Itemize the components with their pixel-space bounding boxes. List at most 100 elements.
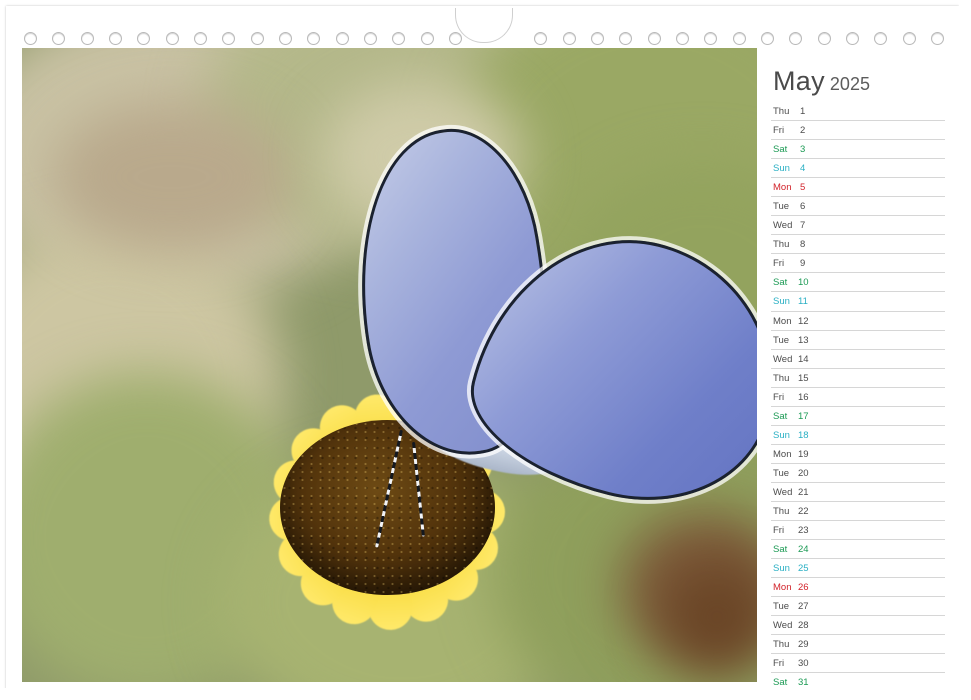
month-name: May xyxy=(773,66,825,96)
binding-hole-icon xyxy=(789,32,803,45)
day-row: Fri 9 xyxy=(771,254,945,274)
day-number: 31 xyxy=(798,677,809,689)
year-label: 2025 xyxy=(829,74,870,94)
day-number: 18 xyxy=(798,429,809,441)
day-name: Thu xyxy=(773,106,790,117)
day-number: 7 xyxy=(800,220,806,232)
day-name: Fri xyxy=(773,525,785,537)
day-number: 4 xyxy=(800,163,806,175)
day-row: Mon 26 xyxy=(771,578,945,598)
day-row: Thu 15 xyxy=(771,369,945,388)
day-name: Sat xyxy=(773,677,788,689)
day-row: Sun 25 xyxy=(771,559,945,579)
butterfly-antenna xyxy=(375,429,403,548)
day-row: Mon 5 xyxy=(771,178,945,198)
day-row: Thu 8 xyxy=(771,235,945,255)
day-name: Wed xyxy=(773,353,793,365)
day-row: Fri 23 xyxy=(771,521,945,541)
day-row: Thu 1 xyxy=(771,102,945,122)
calendar-page: May 2025 Thu 1 Fri 2 Sat 3 Sun 4 Mon 5 Tue 6 Wed 7 Thu 8… xyxy=(0,0,971,700)
binding-hole-icon xyxy=(335,32,349,45)
day-row: Wed 14 xyxy=(771,350,945,369)
day-number: 28 xyxy=(798,620,809,632)
day-row: Sun 11 xyxy=(771,292,945,312)
photo-canvas xyxy=(22,42,757,682)
calendar-column: May 2025 Thu 1 Fri 2 Sat 3 Sun 4 Mon 5 Tue 6 Wed 7 Thu 8… xyxy=(757,42,959,693)
background-blob xyxy=(52,102,292,252)
day-row: Thu 29 xyxy=(771,635,945,655)
day-row: Sat 10 xyxy=(771,273,945,293)
day-row: Sat 3 xyxy=(771,140,945,160)
day-number: 29 xyxy=(798,639,809,651)
binding-hole-icon xyxy=(52,32,66,45)
page-right-margin xyxy=(959,0,971,700)
binding-hole-icon xyxy=(449,32,463,45)
binding-hole-icon xyxy=(704,32,718,45)
binding-hole-icon xyxy=(222,32,236,45)
day-name: Sun xyxy=(773,296,790,308)
binding-hole-icon xyxy=(279,32,293,45)
month-header: May 2025 xyxy=(773,66,870,97)
day-row: Wed 28 xyxy=(771,616,945,636)
day-name: Wed xyxy=(773,486,793,498)
day-number: 25 xyxy=(798,563,809,575)
day-number: 22 xyxy=(798,505,809,517)
day-name: Sat xyxy=(773,144,788,156)
binding-hole-icon xyxy=(590,32,604,45)
day-row: Tue 27 xyxy=(771,597,945,617)
days-list: Thu 1 Fri 2 Sat 3 Sun 4 Mon 5 Tue 6 Wed 7 Thu 8 Fri 9 Sat 1… xyxy=(771,102,945,693)
day-number: 8 xyxy=(800,239,806,251)
calendar-photo xyxy=(22,42,757,682)
day-number: 14 xyxy=(798,353,809,365)
binding-hole-icon xyxy=(845,32,859,45)
day-name: Mon xyxy=(773,182,792,194)
binding-hole-icon xyxy=(250,32,264,45)
day-name: Sat xyxy=(773,277,788,289)
binding-hole-icon xyxy=(732,32,746,45)
binding-hole-icon xyxy=(534,32,548,45)
day-row: Mon 19 xyxy=(771,445,945,464)
day-name: Tue xyxy=(773,467,790,479)
day-row: Tue 20 xyxy=(771,464,945,483)
binding-hole-icon xyxy=(165,32,179,45)
day-number: 19 xyxy=(798,448,809,460)
day-name: Wed xyxy=(773,220,793,232)
day-number: 12 xyxy=(798,315,809,327)
day-name: Fri xyxy=(773,125,785,137)
binding-hole-icon xyxy=(364,32,378,45)
day-name: Mon xyxy=(773,315,792,327)
day-name: Sun xyxy=(773,163,790,175)
binding-hole-icon xyxy=(562,32,576,45)
day-name: Sun xyxy=(773,429,790,441)
day-number: 6 xyxy=(800,201,806,213)
binding-hole-icon xyxy=(80,32,94,45)
day-name: Mon xyxy=(773,448,792,460)
binding-hole-icon xyxy=(194,32,208,45)
day-row: Tue 6 xyxy=(771,197,945,217)
binding-hole-icon xyxy=(931,32,944,45)
binding-hole-icon xyxy=(760,32,774,45)
page-bottom-margin xyxy=(0,688,971,700)
day-name: Tue xyxy=(773,601,790,613)
butterfly xyxy=(312,112,757,548)
day-number: 2 xyxy=(800,125,806,137)
binding-hole-icon xyxy=(817,32,831,45)
day-number: 11 xyxy=(798,296,808,308)
day-row: Sat 24 xyxy=(771,540,945,560)
day-name: Fri xyxy=(773,258,785,270)
day-number: 24 xyxy=(798,544,809,556)
day-name: Thu xyxy=(773,239,790,251)
day-number: 26 xyxy=(798,582,809,594)
binding-hole-icon xyxy=(307,32,321,45)
day-row: Sun 18 xyxy=(771,426,945,445)
day-row: Wed 7 xyxy=(771,216,945,236)
day-row: Fri 30 xyxy=(771,654,945,674)
day-number: 9 xyxy=(800,258,806,270)
butterfly-antenna xyxy=(412,441,425,537)
day-number: 27 xyxy=(798,601,809,613)
day-number: 15 xyxy=(798,372,809,384)
day-name: Mon xyxy=(773,582,792,594)
day-row: Fri 2 xyxy=(771,121,945,141)
day-row: Fri 16 xyxy=(771,388,945,407)
binding-hole-icon xyxy=(675,32,689,45)
